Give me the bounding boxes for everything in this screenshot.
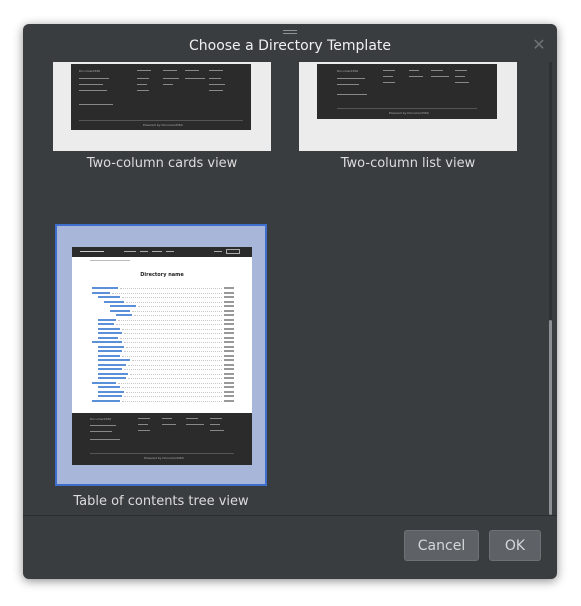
preview-powered-by: Powered by Document360	[144, 456, 184, 460]
close-icon[interactable]: ✕	[531, 37, 547, 53]
toc-row	[92, 323, 234, 327]
preview-header	[72, 247, 252, 257]
toc-row	[92, 327, 234, 332]
toc-row	[92, 336, 234, 341]
template-list: Document360 Powered by Document360 Two-c…	[23, 62, 557, 516]
toc-row	[92, 341, 234, 345]
toc-row	[92, 381, 234, 386]
template-caption: Two-column list view	[340, 156, 476, 171]
toc-row	[92, 350, 234, 354]
template-thumbnail: Directory name Document360 Powered by Do…	[72, 247, 252, 465]
toc-row	[92, 305, 234, 309]
ok-button[interactable]: OK	[489, 530, 541, 561]
toc-row	[92, 368, 234, 372]
preview-footer: Document360 Powered by Document360	[317, 64, 497, 119]
toc-row	[92, 390, 234, 395]
toc-row	[92, 399, 234, 404]
toc-row	[92, 309, 234, 314]
template-thumbnail: Document360 Powered by Document360	[299, 62, 517, 151]
dialog-footer: Cancel OK	[23, 515, 557, 579]
dialog-title: Choose a Directory Template	[188, 38, 392, 54]
toc-row	[92, 372, 234, 377]
toc-row	[92, 300, 234, 305]
toc-row	[92, 287, 234, 291]
choose-directory-template-dialog: Choose a Directory Template ✕ Document36…	[23, 24, 557, 579]
cancel-button[interactable]: Cancel	[404, 530, 479, 561]
preview-footer-brand: Document360	[90, 417, 112, 421]
toc-row	[92, 363, 234, 368]
drag-handle-icon[interactable]	[283, 30, 297, 36]
template-caption: Table of contents tree view	[73, 494, 249, 509]
toc-row	[92, 318, 234, 323]
preview-page-title: Directory name	[140, 272, 184, 278]
toc-row	[92, 296, 234, 300]
toc-row	[92, 354, 234, 359]
toc-row	[92, 332, 234, 336]
toc-row	[92, 395, 234, 399]
preview-footer-brand: Document360	[337, 69, 359, 73]
toc-row	[92, 377, 234, 381]
toc-row	[92, 291, 234, 296]
toc-row	[92, 345, 234, 350]
template-card-two-column-list[interactable]: Document360 Powered by Document360 Two-c…	[299, 62, 517, 182]
toc-row	[92, 386, 234, 390]
scrollbar-thumb[interactable]	[549, 320, 552, 515]
preview-footer: Document360 Powered by Document360	[72, 413, 252, 465]
toc-row	[92, 314, 234, 318]
template-card-toc-tree[interactable]: Directory name Document360 Powered by Do…	[23, 62, 283, 516]
preview-powered-by: Powered by Document360	[389, 111, 429, 115]
toc-row	[92, 359, 234, 363]
